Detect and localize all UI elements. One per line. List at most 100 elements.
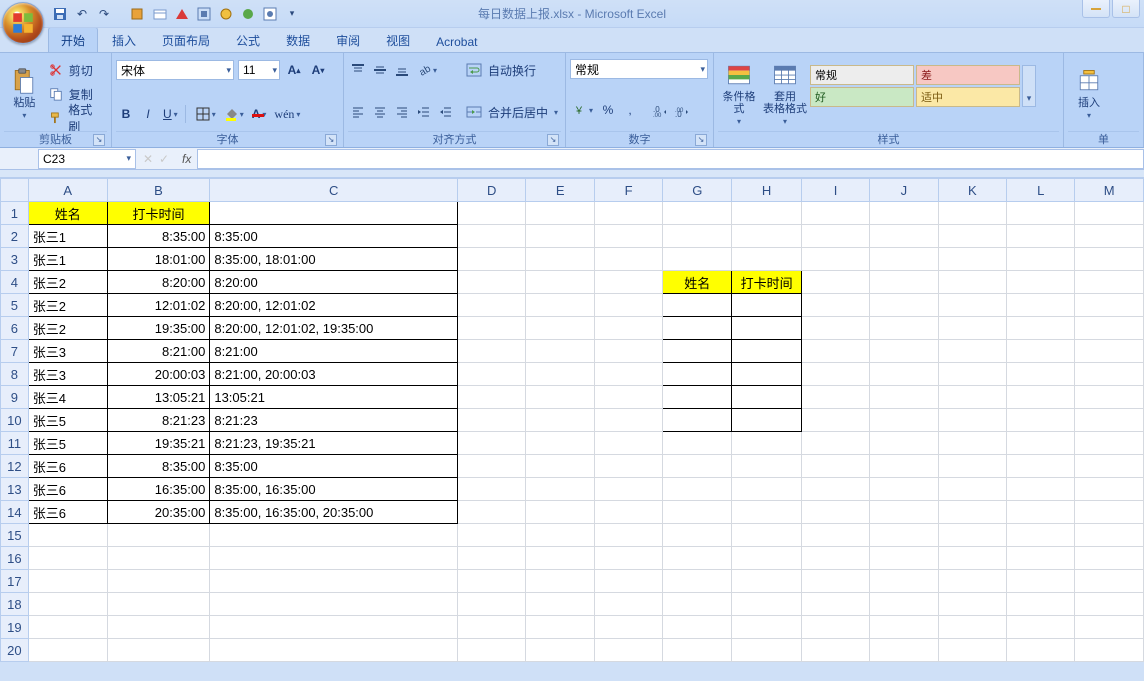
style-normal[interactable]: 常规	[810, 65, 914, 85]
cell[interactable]	[107, 570, 210, 593]
cell[interactable]	[801, 478, 869, 501]
cell[interactable]	[732, 524, 802, 547]
cell[interactable]	[870, 593, 938, 616]
cell[interactable]: 8:35:00	[210, 455, 458, 478]
cell[interactable]: 16:35:00	[107, 478, 210, 501]
font-size-value[interactable]	[243, 63, 270, 77]
cell[interactable]	[1007, 386, 1075, 409]
cell[interactable]	[1075, 455, 1144, 478]
cell[interactable]	[938, 294, 1006, 317]
cell[interactable]	[594, 386, 662, 409]
cell[interactable]: 张三5	[28, 432, 107, 455]
col-header-A[interactable]: A	[28, 179, 107, 202]
col-header-F[interactable]: F	[594, 179, 662, 202]
col-header-K[interactable]: K	[938, 179, 1006, 202]
cell[interactable]: 张三2	[28, 294, 107, 317]
col-header-I[interactable]: I	[801, 179, 869, 202]
align-center-button[interactable]	[370, 102, 390, 122]
cell[interactable]	[938, 478, 1006, 501]
cell[interactable]	[663, 478, 732, 501]
cell[interactable]	[210, 593, 458, 616]
cell[interactable]	[870, 317, 938, 340]
minimize-button[interactable]	[1082, 0, 1110, 18]
cell[interactable]	[732, 294, 802, 317]
cell[interactable]	[526, 225, 594, 248]
cell[interactable]	[663, 639, 732, 662]
row-header[interactable]: 6	[1, 317, 29, 340]
cell[interactable]	[1075, 547, 1144, 570]
style-good[interactable]: 好	[810, 87, 914, 107]
cell[interactable]	[938, 639, 1006, 662]
cell[interactable]	[663, 340, 732, 363]
tab-data[interactable]: 数据	[274, 28, 322, 52]
bold-button[interactable]: B	[116, 104, 136, 124]
cell[interactable]	[663, 593, 732, 616]
cell[interactable]	[870, 455, 938, 478]
cell[interactable]	[870, 547, 938, 570]
cell[interactable]	[801, 225, 869, 248]
increase-indent-button[interactable]	[436, 102, 456, 122]
cell[interactable]	[526, 593, 594, 616]
cell[interactable]	[594, 248, 662, 271]
cell[interactable]: 打卡时间	[107, 202, 210, 225]
cell[interactable]	[458, 317, 526, 340]
cell[interactable]	[1007, 271, 1075, 294]
cell[interactable]	[801, 271, 869, 294]
cell[interactable]	[870, 570, 938, 593]
cell[interactable]	[1007, 225, 1075, 248]
cell[interactable]	[732, 202, 802, 225]
cell[interactable]	[594, 570, 662, 593]
cell[interactable]	[1075, 363, 1144, 386]
row-header[interactable]: 18	[1, 593, 29, 616]
cell[interactable]: 张三4	[28, 386, 107, 409]
underline-button[interactable]: U	[160, 104, 181, 124]
cell[interactable]	[1007, 248, 1075, 271]
cell[interactable]	[938, 340, 1006, 363]
cell[interactable]	[1075, 570, 1144, 593]
cell[interactable]	[1075, 639, 1144, 662]
row-header[interactable]: 13	[1, 478, 29, 501]
cell[interactable]: 8:20:00, 12:01:02, 19:35:00	[210, 317, 458, 340]
cell[interactable]	[526, 455, 594, 478]
cell[interactable]	[1075, 616, 1144, 639]
cell[interactable]	[732, 639, 802, 662]
cell[interactable]	[663, 501, 732, 524]
cell[interactable]: 8:35:00	[210, 225, 458, 248]
increase-font-button[interactable]: A▴	[284, 60, 304, 80]
cell[interactable]	[1007, 294, 1075, 317]
cell[interactable]	[458, 248, 526, 271]
cell[interactable]	[663, 248, 732, 271]
cell[interactable]	[663, 455, 732, 478]
align-middle-button[interactable]	[370, 60, 390, 80]
row-header[interactable]: 15	[1, 524, 29, 547]
spreadsheet-grid[interactable]: ABCDEFGHIJKLM 1姓名打卡时间2张三18:35:008:35:003…	[0, 178, 1144, 662]
cell[interactable]	[801, 593, 869, 616]
qat-icon-7[interactable]	[262, 6, 278, 22]
cell[interactable]	[1075, 432, 1144, 455]
cell[interactable]	[1007, 202, 1075, 225]
number-launcher[interactable]: ↘	[695, 134, 707, 146]
cell[interactable]	[1007, 317, 1075, 340]
font-family-value[interactable]	[121, 63, 224, 77]
row-header[interactable]: 9	[1, 386, 29, 409]
cell[interactable]: 19:35:00	[107, 317, 210, 340]
cell[interactable]	[801, 432, 869, 455]
cancel-formula-icon[interactable]: ✕	[143, 152, 153, 166]
cell[interactable]	[594, 432, 662, 455]
cell[interactable]	[938, 248, 1006, 271]
col-header-E[interactable]: E	[526, 179, 594, 202]
cell[interactable]	[870, 202, 938, 225]
style-bad[interactable]: 差	[916, 65, 1020, 85]
cell[interactable]	[938, 202, 1006, 225]
fill-color-button[interactable]	[221, 104, 247, 124]
cell[interactable]	[458, 432, 526, 455]
cell[interactable]	[526, 340, 594, 363]
cell[interactable]	[663, 432, 732, 455]
cell[interactable]	[938, 616, 1006, 639]
decrease-decimal-button[interactable]: .00.0	[672, 100, 692, 120]
name-box[interactable]: ▾	[38, 149, 136, 169]
cell[interactable]: 8:20:00, 12:01:02	[210, 294, 458, 317]
row-header[interactable]: 3	[1, 248, 29, 271]
cell[interactable]	[663, 294, 732, 317]
maximize-button[interactable]: □	[1112, 0, 1140, 18]
